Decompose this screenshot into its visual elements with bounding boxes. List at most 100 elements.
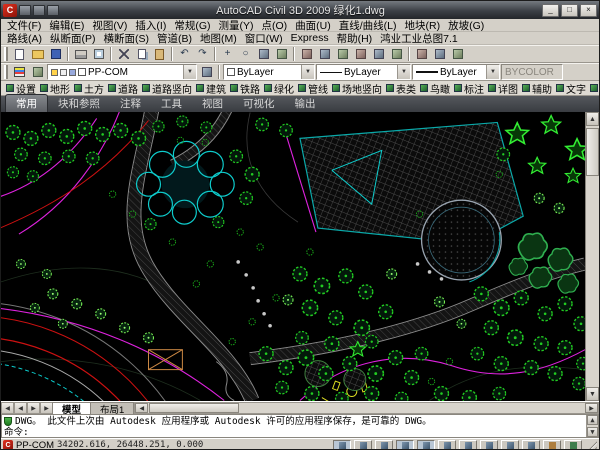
color-combobox[interactable]: ByLayer ▼: [223, 64, 315, 80]
grid-toggle[interactable]: [354, 440, 372, 450]
hongye-menu-item[interactable]: 表类: [384, 81, 418, 96]
menu-item[interactable]: Express: [287, 32, 333, 44]
toolbar-grip[interactable]: [4, 47, 8, 61]
menu-item[interactable]: 横断面(S): [100, 31, 154, 46]
menu-item[interactable]: 窗口(W): [241, 31, 287, 46]
tray-settings-icon[interactable]: [564, 440, 582, 450]
prev-tab-icon[interactable]: ◀: [14, 402, 27, 414]
vertical-scroll-thumb[interactable]: [586, 128, 599, 176]
hongye-menu-item[interactable]: 道路竖向: [140, 81, 194, 96]
zoom-previous-icon[interactable]: [273, 47, 290, 62]
menu-item[interactable]: 鸿业工业总图7.1: [376, 31, 462, 46]
make-layer-current-icon[interactable]: [198, 65, 215, 80]
ribbon-tab[interactable]: 可视化: [233, 95, 285, 112]
lineweight-combobox[interactable]: ByLayer ▼: [412, 64, 500, 80]
ducs-toggle[interactable]: [459, 440, 477, 450]
combo-arrow-icon[interactable]: ▼: [183, 65, 196, 79]
horizontal-scrollbar[interactable]: ◀ ▶: [134, 402, 599, 414]
scroll-down-icon[interactable]: ▼: [587, 427, 598, 437]
hongye-menu-item[interactable]: 辅助: [520, 81, 554, 96]
ortho-toggle[interactable]: [375, 440, 393, 450]
scroll-up-icon[interactable]: ▲: [586, 112, 599, 126]
ribbon-tab[interactable]: 常用: [5, 94, 48, 112]
lineweight-toggle[interactable]: [501, 440, 519, 450]
hongye-menu-item[interactable]: 鸟瞰: [418, 81, 452, 96]
quickcalc-icon[interactable]: [388, 47, 405, 62]
markup-set-manager-icon[interactable]: [370, 47, 387, 62]
communication-center-icon[interactable]: [47, 5, 59, 16]
hongye-menu-item[interactable]: 管线: [296, 81, 330, 96]
otrack-toggle[interactable]: [438, 440, 456, 450]
drawing-canvas[interactable]: [1, 112, 585, 401]
save-icon[interactable]: [47, 47, 64, 62]
ribbon-tab[interactable]: 视图: [192, 95, 233, 112]
command-window[interactable]: DWG。 此文件上次由 Autodesk 应用程序或 Autodesk 许可的应…: [1, 414, 599, 438]
3d-orbit-icon[interactable]: [449, 47, 466, 62]
combo-arrow-icon[interactable]: ▼: [397, 65, 410, 79]
coordinates-readout[interactable]: 34202.616, 26448.251, 0.000: [57, 440, 203, 450]
scroll-right-icon[interactable]: ▶: [585, 403, 598, 413]
menu-item[interactable]: 曲面(U): [291, 18, 335, 33]
render-icon[interactable]: [431, 47, 448, 62]
redo-icon[interactable]: ↷: [194, 47, 211, 62]
first-tab-icon[interactable]: ◀: [1, 402, 14, 414]
model-space-toggle[interactable]: [522, 440, 540, 450]
osnap-toggle[interactable]: [417, 440, 435, 450]
hongye-menu-item[interactable]: 铁路: [228, 81, 262, 96]
next-tab-icon[interactable]: ▶: [27, 402, 40, 414]
layer-combobox[interactable]: PP-COM ▼: [47, 64, 197, 80]
menu-item[interactable]: 地图(M): [196, 31, 241, 46]
layout-tab[interactable]: 模型: [52, 402, 91, 414]
properties-icon[interactable]: [298, 47, 315, 62]
zoom-realtime-icon[interactable]: ○: [237, 47, 254, 62]
maximize-button[interactable]: □: [561, 4, 578, 17]
menu-item[interactable]: 管道(B): [153, 31, 196, 46]
hongye-menu-item[interactable]: 标注: [452, 81, 486, 96]
zoom-window-icon[interactable]: [255, 47, 272, 62]
new-icon[interactable]: [11, 47, 28, 62]
hongye-menu-item[interactable]: 土方: [72, 81, 106, 96]
paste-icon[interactable]: [151, 47, 168, 62]
workspace-icon[interactable]: [33, 5, 45, 16]
command-scrollbar[interactable]: ▲ ▼: [586, 415, 598, 437]
polar-toggle[interactable]: [396, 440, 414, 450]
plot-preview-icon[interactable]: [90, 47, 107, 62]
scroll-up-icon[interactable]: ▲: [587, 415, 598, 425]
hongye-menu-item[interactable]: 文字: [554, 81, 588, 96]
app-status-icon[interactable]: C: [3, 440, 13, 450]
quick-access-icon[interactable]: [19, 5, 31, 16]
minimize-button[interactable]: _: [542, 4, 559, 17]
annotation-scale-icon[interactable]: [543, 440, 561, 450]
layout-tab[interactable]: 布局1: [90, 402, 134, 414]
vertical-scrollbar[interactable]: ▲ ▼: [585, 112, 599, 401]
snap-toggle[interactable]: [333, 440, 351, 450]
close-button[interactable]: ×: [580, 4, 597, 17]
horizontal-scroll-thumb[interactable]: [149, 403, 239, 413]
layer-states-icon[interactable]: [29, 65, 46, 80]
pan-icon[interactable]: +: [219, 47, 236, 62]
scroll-left-icon[interactable]: ◀: [135, 403, 148, 413]
linetype-combobox[interactable]: ByLayer ▼: [316, 64, 411, 80]
hongye-menu-item[interactable]: 道路: [106, 81, 140, 96]
menu-item[interactable]: 路线(A): [3, 31, 46, 46]
hongye-menu-item[interactable]: 建筑: [194, 81, 228, 96]
designcenter-icon[interactable]: [316, 47, 333, 62]
help-icon[interactable]: [413, 47, 430, 62]
resize-grip[interactable]: [585, 439, 597, 450]
combo-arrow-icon[interactable]: ▼: [301, 65, 314, 79]
ribbon-tab[interactable]: 块和参照: [48, 95, 110, 112]
ribbon-tab[interactable]: 注释: [110, 95, 151, 112]
open-icon[interactable]: [29, 47, 46, 62]
plot-icon[interactable]: [72, 47, 89, 62]
undo-icon[interactable]: ↶: [176, 47, 193, 62]
ribbon-tab[interactable]: 工具: [151, 95, 192, 112]
tool-palettes-icon[interactable]: [334, 47, 351, 62]
ribbon-tab[interactable]: 输出: [285, 95, 326, 112]
hongye-menu-item[interactable]: 详图: [486, 81, 520, 96]
command-prompt[interactable]: 命令:: [4, 427, 29, 438]
menu-item[interactable]: 帮助(H): [333, 31, 377, 46]
app-logo-icon[interactable]: C: [3, 4, 17, 17]
hongye-menu-item[interactable]: 帮助: [588, 81, 600, 96]
hongye-menu-item[interactable]: 绿化: [262, 81, 296, 96]
toolbar-grip[interactable]: [4, 65, 8, 79]
